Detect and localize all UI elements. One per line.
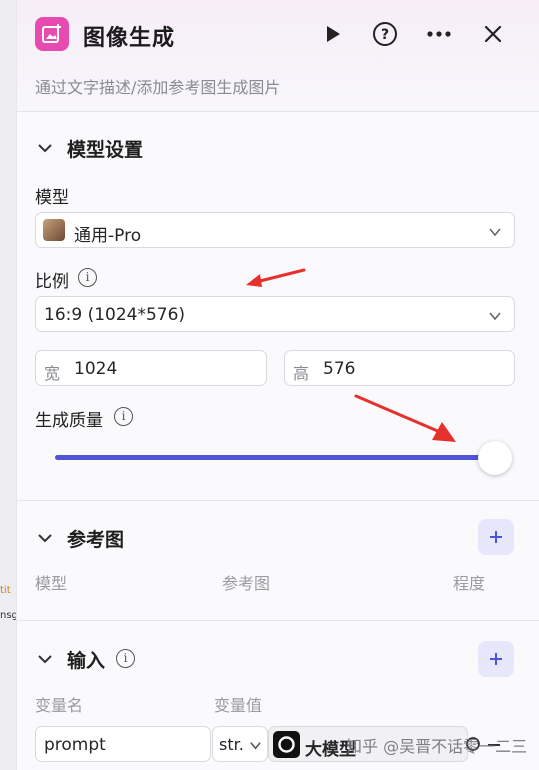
quality-slider-track[interactable] [55,455,493,460]
run-button[interactable] [319,20,347,48]
svg-text:?: ? [381,27,389,43]
add-reference-button[interactable] [478,519,514,555]
info-icon[interactable]: i [116,649,135,668]
height-input[interactable]: 高 576 [284,350,515,386]
chevron-down-icon [489,312,501,321]
canvas-node-fragment: tit [0,585,11,596]
close-icon [484,25,502,43]
annotation-arrow [246,268,306,287]
reference-title[interactable]: 参考图 [67,525,124,552]
help-icon: ? [373,22,397,46]
quality-label: 生成质量 [35,411,103,431]
chevron-down-icon[interactable] [37,651,53,667]
section-divider [17,620,539,621]
llm-node-icon [273,731,300,758]
variable-name-value: prompt [44,735,106,755]
height-field-label: 高 [293,364,310,383]
input-title[interactable]: 输入 [67,646,105,673]
variable-type-select[interactable]: str. [212,726,268,762]
info-icon[interactable]: i [114,407,133,426]
model-label: 模型 [35,188,69,208]
model-select-value: 通用-Pro [74,226,142,246]
watermark: 知乎 @吴晋不话零一二三 [346,737,528,756]
height-field-value: 576 [323,359,356,379]
ratio-select[interactable]: 16:9 (1024*576) [35,296,515,332]
image-gen-app-icon [35,17,69,51]
add-input-button[interactable] [478,641,514,677]
chevron-down-icon[interactable] [37,530,53,546]
variable-type-value: str. [219,735,244,754]
width-input[interactable]: 宽 1024 [35,350,267,386]
model-settings-title[interactable]: 模型设置 [67,135,143,162]
canvas-node-fragment: nsg [0,610,16,621]
chevron-down-icon [250,742,261,750]
chevron-down-icon [489,228,501,237]
image-generation-panel: 图像生成 ? 通过文字描述/添加参考图生成图片 模型设置 模型 通用-Pro 比… [16,0,539,770]
reference-col-image: 参考图 [222,574,271,593]
ratio-label: 比例 [35,272,69,292]
reference-col-strength: 程度 [453,574,486,593]
width-field-value: 1024 [74,359,118,379]
reference-col-model: 模型 [35,574,68,593]
panel-header: 图像生成 ? 通过文字描述/添加参考图生成图片 [17,0,539,112]
background-canvas [0,0,16,770]
width-field-label: 宽 [44,364,61,383]
model-select[interactable]: 通用-Pro [35,212,515,248]
variable-name-input[interactable]: prompt [35,726,211,762]
panel-subtitle: 通过文字描述/添加参考图生成图片 [35,78,281,97]
ratio-select-value: 16:9 (1024*576) [44,305,186,325]
panel-title: 图像生成 [83,26,176,51]
info-icon[interactable]: i [78,268,97,287]
plus-icon [490,531,502,543]
more-button[interactable] [425,20,453,48]
input-col-value: 变量值 [214,696,263,715]
more-icon [427,31,451,37]
model-avatar [43,219,65,241]
section-divider [17,500,539,501]
chevron-down-icon[interactable] [37,140,53,156]
help-button[interactable]: ? [371,20,399,48]
quality-slider-thumb[interactable] [478,441,512,475]
play-icon [327,26,340,42]
plus-icon [490,653,502,665]
annotation-arrow [354,394,456,442]
input-col-name: 变量名 [35,696,84,715]
close-button[interactable] [479,20,507,48]
